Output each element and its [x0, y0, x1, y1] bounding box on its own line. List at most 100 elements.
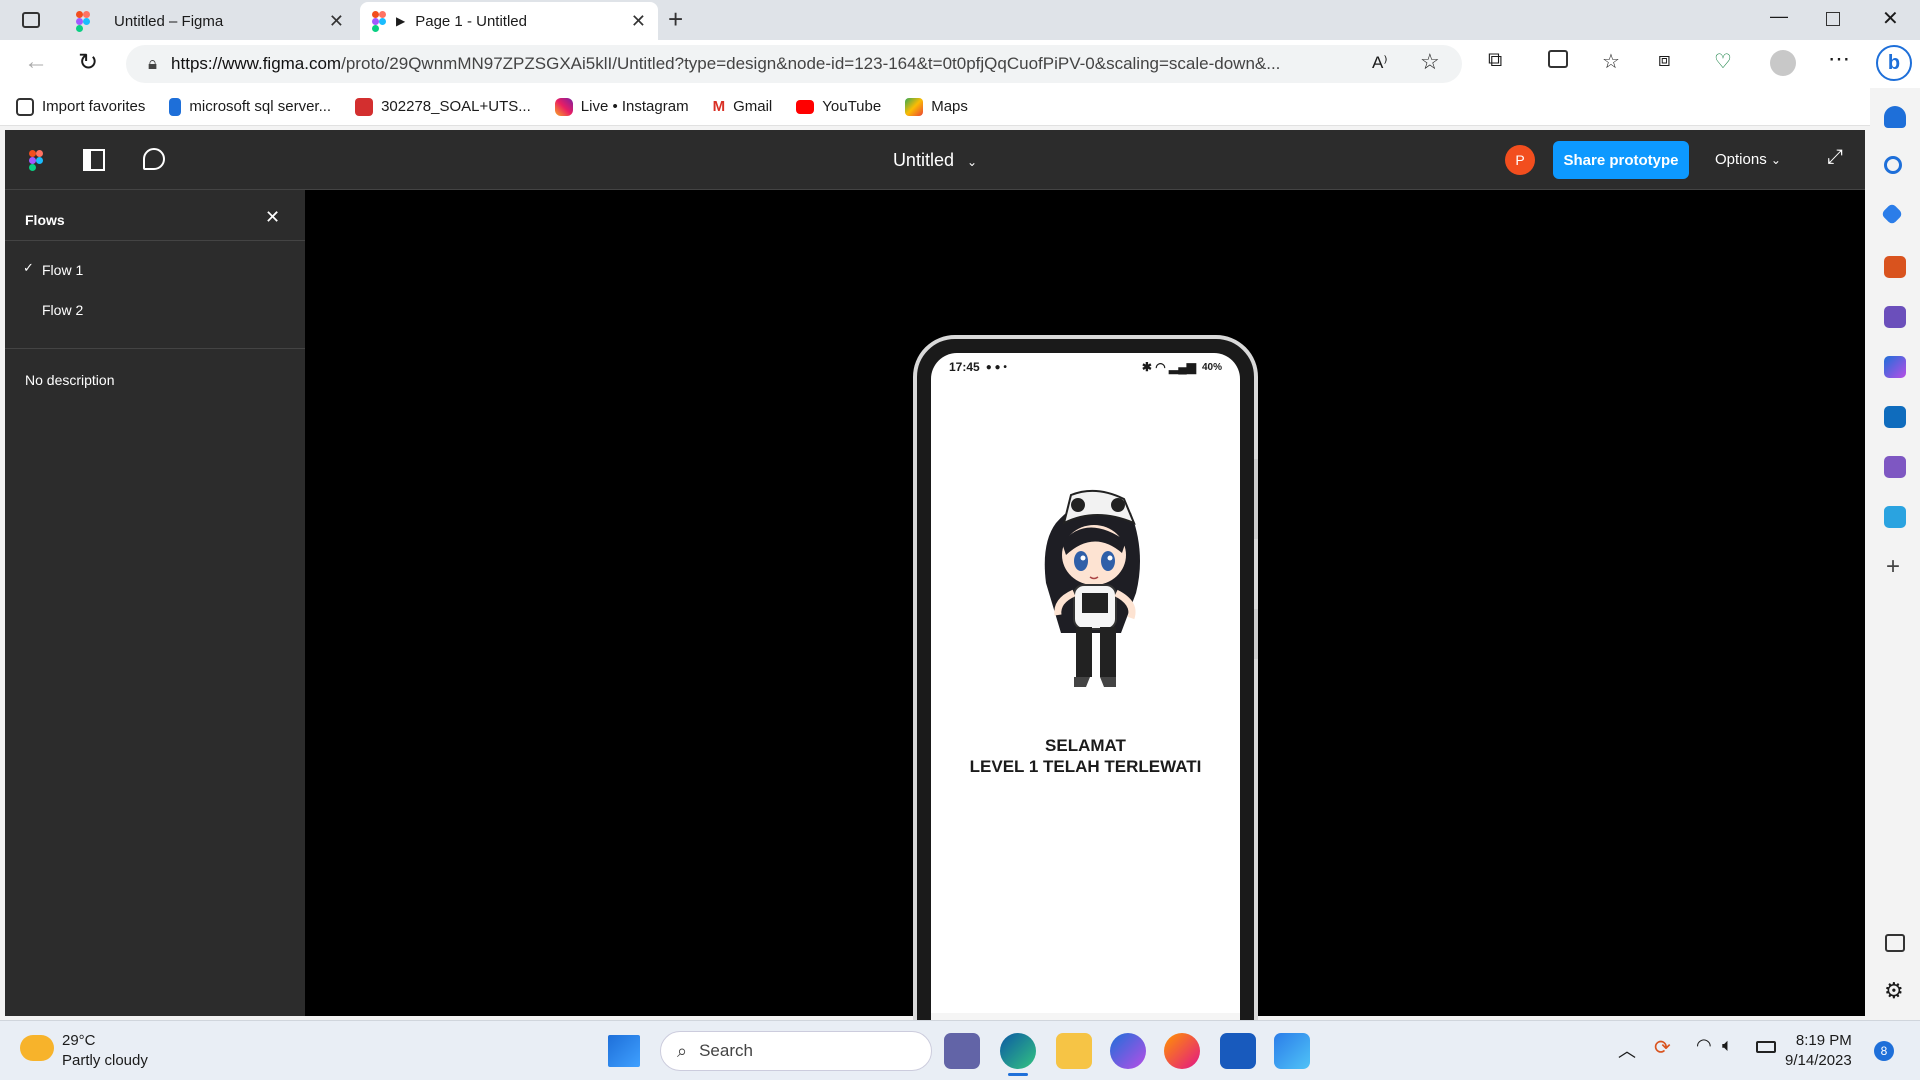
- more-icon[interactable]: ⋯: [1828, 46, 1850, 72]
- url-domain: https://www.figma.com: [171, 54, 342, 73]
- back-icon[interactable]: ←: [24, 48, 48, 76]
- chevron-down-icon: ⌄: [966, 155, 978, 169]
- search-icon: ⌕: [677, 1040, 688, 1061]
- edge-browser-icon[interactable]: [1000, 1033, 1036, 1069]
- pdf-icon: [355, 97, 374, 116]
- import-icon: [16, 97, 34, 116]
- photos-app-icon[interactable]: [1274, 1033, 1310, 1069]
- figma-toolbar: Untitled ⌄ P Share prototype Options ⌄ ⤢: [5, 130, 1865, 190]
- instagram-icon: [554, 97, 573, 116]
- telegram-send-icon[interactable]: [1884, 506, 1906, 528]
- battery-level: 40%: [1201, 361, 1222, 373]
- copilot-app-icon[interactable]: [1110, 1033, 1146, 1069]
- message-line-1: SELAMAT: [1045, 736, 1126, 755]
- bing-copilot-icon[interactable]: b: [1876, 45, 1912, 81]
- games-icon[interactable]: [1884, 306, 1906, 328]
- bookmark-maps[interactable]: Maps: [905, 97, 968, 116]
- options-menu[interactable]: Options ⌄: [1715, 130, 1781, 190]
- share-prototype-button[interactable]: Share prototype: [1553, 141, 1689, 179]
- window-close-button[interactable]: ✕: [1882, 6, 1899, 31]
- system-clock[interactable]: 8:19 PM 9/14/2023: [1785, 1031, 1852, 1071]
- flows-heading: Flows: [25, 212, 65, 228]
- tab-page-1[interactable]: ▶ Page 1 - Untitled ✕: [360, 2, 658, 40]
- tab-title: Page 1 - Untitled: [415, 12, 527, 30]
- fullscreen-icon[interactable]: ⤢: [1827, 146, 1843, 169]
- close-panel-icon[interactable]: ✕: [265, 207, 280, 228]
- weather-condition: Partly cloudy: [62, 1052, 148, 1069]
- edge-sidebar: + ⚙: [1870, 88, 1920, 1020]
- tab-bar: Untitled – Figma ✕ ▶ Page 1 - Untitled ✕…: [0, 0, 1920, 40]
- flow-description: No description: [25, 372, 115, 388]
- refresh-icon[interactable]: ↻: [78, 48, 98, 77]
- status-bar: 17:45 ● ● • ✱ ◠ ▂▄▆ 40%: [931, 353, 1240, 381]
- file-explorer-icon[interactable]: [1056, 1033, 1092, 1069]
- read-aloud-icon[interactable]: A⁾: [1372, 53, 1388, 73]
- flow-item-2[interactable]: Flow 2: [42, 302, 83, 318]
- collections-icon[interactable]: ⧈: [1658, 49, 1671, 72]
- tools-icon[interactable]: [1884, 256, 1906, 278]
- favorite-star-icon[interactable]: ☆: [1420, 49, 1440, 75]
- bookmark-youtube[interactable]: YouTube: [796, 98, 881, 115]
- new-tab-button[interactable]: +: [668, 4, 683, 35]
- weather-icon[interactable]: [20, 1035, 54, 1061]
- minimize-button[interactable]: —: [1770, 6, 1788, 27]
- weather-widget[interactable]: 29°C Partly cloudy: [62, 1031, 148, 1071]
- chevron-down-icon: ⌄: [1770, 153, 1781, 167]
- firefox-icon[interactable]: [1164, 1033, 1200, 1069]
- tab-actions-icon[interactable]: [22, 12, 40, 28]
- clock-date: 9/14/2023: [1785, 1052, 1852, 1069]
- maps-icon: [905, 97, 924, 116]
- sidebar-toggle-icon[interactable]: [1885, 934, 1905, 952]
- restore-button[interactable]: [1826, 12, 1840, 26]
- figma-logo-icon: [76, 11, 90, 32]
- outlook-icon[interactable]: [1884, 406, 1906, 428]
- play-icon: ▶: [396, 14, 406, 28]
- taskbar-search[interactable]: ⌕ Search: [660, 1031, 932, 1071]
- wifi-icon[interactable]: ◠: [1696, 1035, 1712, 1056]
- url-field[interactable]: 🔒︎ https://www.figma.com/proto/29QwnmMN9…: [126, 45, 1462, 83]
- phone-frame: 17:45 ● ● • ✱ ◠ ▂▄▆ 40% SELAMAT LEVEL 1 …: [913, 335, 1258, 1071]
- user-avatar[interactable]: P: [1505, 145, 1535, 175]
- tab-figma-untitled[interactable]: Untitled – Figma ✕: [64, 2, 356, 40]
- notification-bell-icon[interactable]: [1884, 106, 1906, 128]
- performance-icon[interactable]: ♡: [1714, 49, 1732, 74]
- notification-badge[interactable]: 8: [1874, 1041, 1894, 1061]
- bookmark-soal-uts[interactable]: 302278_SOAL+UTS...: [355, 97, 531, 116]
- bookmark-import-favorites[interactable]: Import favorites: [16, 97, 145, 116]
- shopping-icon[interactable]: [1880, 202, 1904, 226]
- figma-prototype-view: Untitled ⌄ P Share prototype Options ⌄ ⤢…: [5, 130, 1865, 1071]
- notification-icons: ● ● •: [985, 361, 1007, 373]
- word-icon[interactable]: [1220, 1033, 1256, 1069]
- volume-icon[interactable]: 🔈︎: [1722, 1035, 1733, 1056]
- teams-chat-icon[interactable]: [944, 1033, 980, 1069]
- chevron-up-icon[interactable]: ︿: [1618, 1037, 1636, 1063]
- bookmark-instagram[interactable]: Live • Instagram: [554, 97, 689, 116]
- favorites-icon[interactable]: ☆: [1602, 49, 1620, 74]
- bookmark-gmail[interactable]: M Gmail: [713, 98, 773, 115]
- add-icon[interactable]: +: [1886, 553, 1900, 581]
- battery-icon[interactable]: [1756, 1041, 1776, 1053]
- flow-item-1[interactable]: Flow 1: [42, 262, 83, 278]
- divider: [5, 240, 305, 241]
- signal-icons: ✱ ◠ ▂▄▆: [1141, 360, 1196, 374]
- copilot-icon[interactable]: [1884, 356, 1906, 378]
- checkmark-icon: ✓: [23, 260, 34, 275]
- bookmark-sql-server[interactable]: microsoft sql server...: [169, 97, 331, 116]
- settings-gear-icon[interactable]: ⚙: [1884, 978, 1904, 1004]
- figma-logo-icon: [372, 11, 386, 32]
- address-bar-row: ← ↻ 🔒︎ https://www.figma.com/proto/29Qwn…: [0, 40, 1920, 88]
- start-windows-icon[interactable]: [608, 1035, 640, 1067]
- bookmarks-bar: Import favorites microsoft sql server...…: [0, 88, 1920, 126]
- close-icon[interactable]: ✕: [329, 11, 344, 32]
- designer-icon[interactable]: [1884, 456, 1906, 478]
- url-path: /proto/29QwnmMN97ZPZSGXAi5klI/Untitled?t…: [341, 54, 1281, 73]
- phone-screen[interactable]: 17:45 ● ● • ✱ ◠ ▂▄▆ 40% SELAMAT LEVEL 1 …: [931, 353, 1240, 1053]
- profile-avatar[interactable]: [1770, 50, 1796, 76]
- split-screen-icon[interactable]: [1548, 50, 1568, 68]
- sync-icon[interactable]: ⟳: [1654, 1035, 1671, 1060]
- search-placeholder: Search: [699, 1041, 753, 1060]
- gmail-icon: M: [712, 98, 726, 115]
- extensions-icon[interactable]: ⧉: [1488, 49, 1502, 72]
- search-icon[interactable]: [1884, 156, 1902, 174]
- close-icon[interactable]: ✕: [631, 11, 646, 32]
